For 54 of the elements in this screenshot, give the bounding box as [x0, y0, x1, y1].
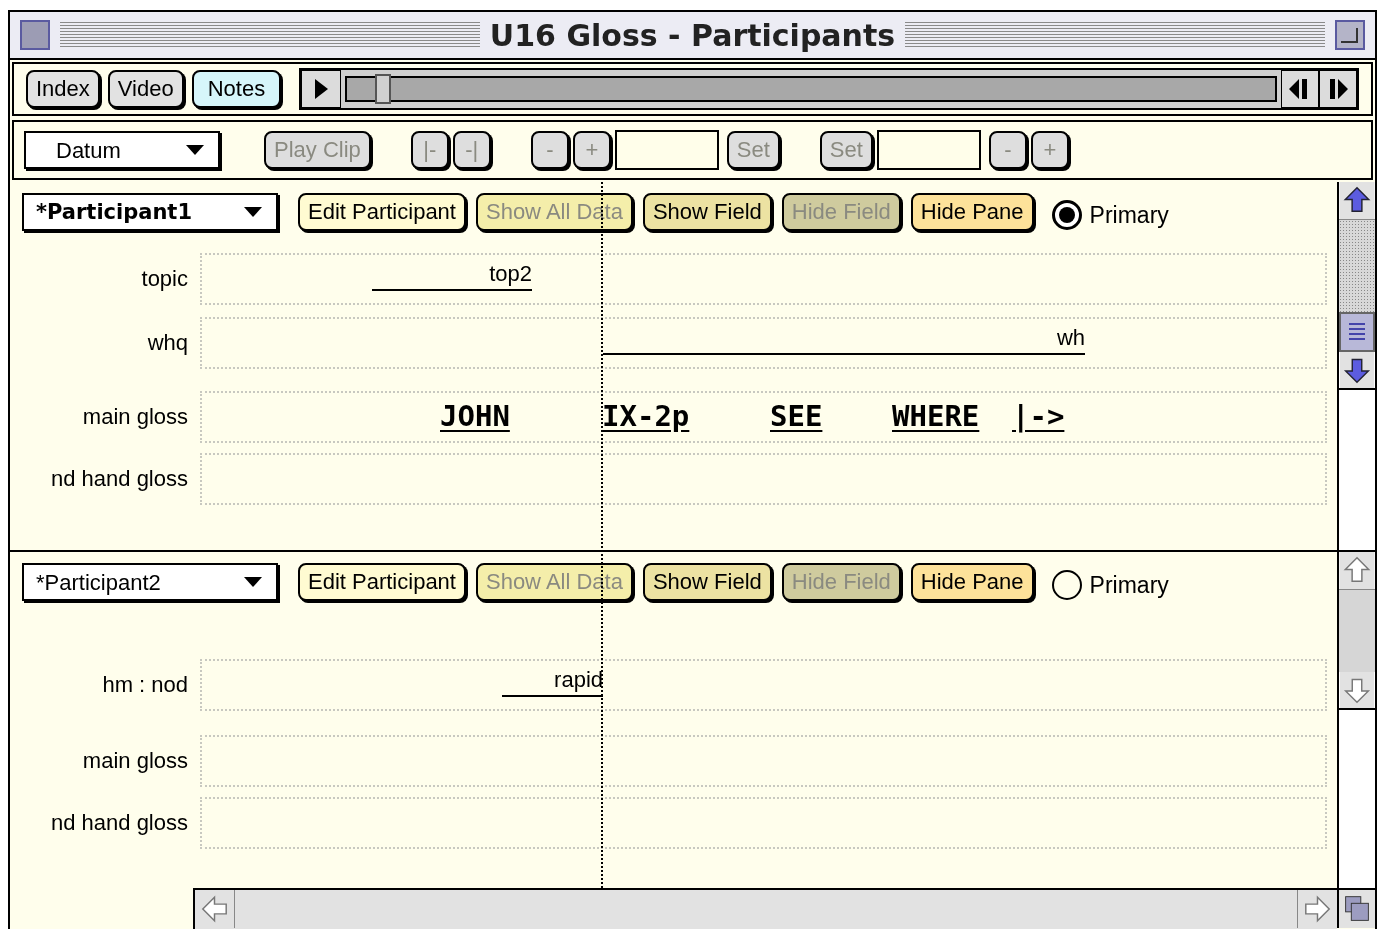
pane-button[interactable]: Hide Pane [910, 193, 1034, 232]
text-field[interactable] [876, 130, 981, 170]
resize-icon[interactable] [1337, 888, 1375, 928]
play-icon[interactable] [301, 70, 342, 108]
radio-button[interactable] [1051, 200, 1082, 231]
dropdown-label: *Participant2 [36, 568, 161, 597]
pane-button[interactable]: Show Field [642, 193, 772, 232]
step-forward-icon[interactable] [1319, 70, 1357, 108]
vertical-scrollbar[interactable] [1337, 552, 1375, 888]
step-back-icon[interactable] [1281, 70, 1319, 108]
primary-radio[interactable]: Primary [1051, 568, 1169, 603]
down-arrow-icon[interactable] [1339, 672, 1375, 710]
annotation-span: rapid [502, 664, 603, 697]
gloss-word: |-> [1012, 398, 1066, 435]
window-title: U16 Gloss - Participants [489, 16, 896, 55]
dropdown-caret-icon [244, 577, 262, 588]
zoom-box-icon[interactable] [1335, 20, 1365, 50]
pane-button[interactable]: Hide Pane [910, 563, 1034, 602]
field-label: nd hand gloss [50, 465, 188, 493]
field-label: hm : nod [101, 671, 188, 699]
pane-button[interactable]: Edit Participant [298, 193, 466, 232]
field-label: main gloss [81, 747, 188, 775]
field-label: nd hand gloss [50, 809, 188, 837]
field-label: main gloss [81, 403, 188, 431]
nav-button[interactable]: Video [107, 70, 184, 108]
datum-dropdown[interactable]: Datum [24, 131, 220, 169]
dropdown-caret-icon [186, 145, 204, 155]
field-label: whq [146, 329, 188, 357]
slider-thumb[interactable] [375, 74, 391, 104]
dropdown-caret-icon [244, 207, 262, 218]
primary-radio[interactable]: Primary [1051, 198, 1169, 233]
field-label: topic [140, 265, 188, 293]
pane-button[interactable]: Show Field [642, 563, 772, 602]
gloss-word: JOHN [440, 398, 511, 435]
participant-dropdown[interactable]: *Participant2 [22, 563, 278, 602]
up-arrow-icon[interactable] [1339, 182, 1375, 220]
text-field[interactable] [614, 130, 719, 170]
pane-button[interactable]: Edit Participant [298, 563, 466, 602]
nav-button[interactable]: Index [26, 70, 100, 108]
gloss-word: SEE [770, 398, 824, 435]
annotation-span: top2 [372, 258, 532, 291]
gloss-word: WHERE [892, 398, 981, 435]
horizontal-scrollbar[interactable] [193, 888, 1337, 929]
dropdown-label: Datum [56, 136, 121, 165]
radio-button[interactable] [1051, 570, 1082, 601]
annotation-span: wh [603, 322, 1085, 355]
dropdown-label: *Participant1 [36, 198, 193, 226]
playback-slider[interactable] [345, 76, 1277, 102]
scroll-thumb[interactable] [1339, 312, 1375, 352]
nav-button[interactable]: Notes [191, 70, 282, 108]
down-arrow-icon[interactable] [1339, 352, 1375, 390]
vertical-scrollbar[interactable] [1337, 182, 1375, 550]
participant-dropdown[interactable]: *Participant1 [22, 193, 278, 232]
gloss-word: IX-2p [602, 398, 691, 435]
